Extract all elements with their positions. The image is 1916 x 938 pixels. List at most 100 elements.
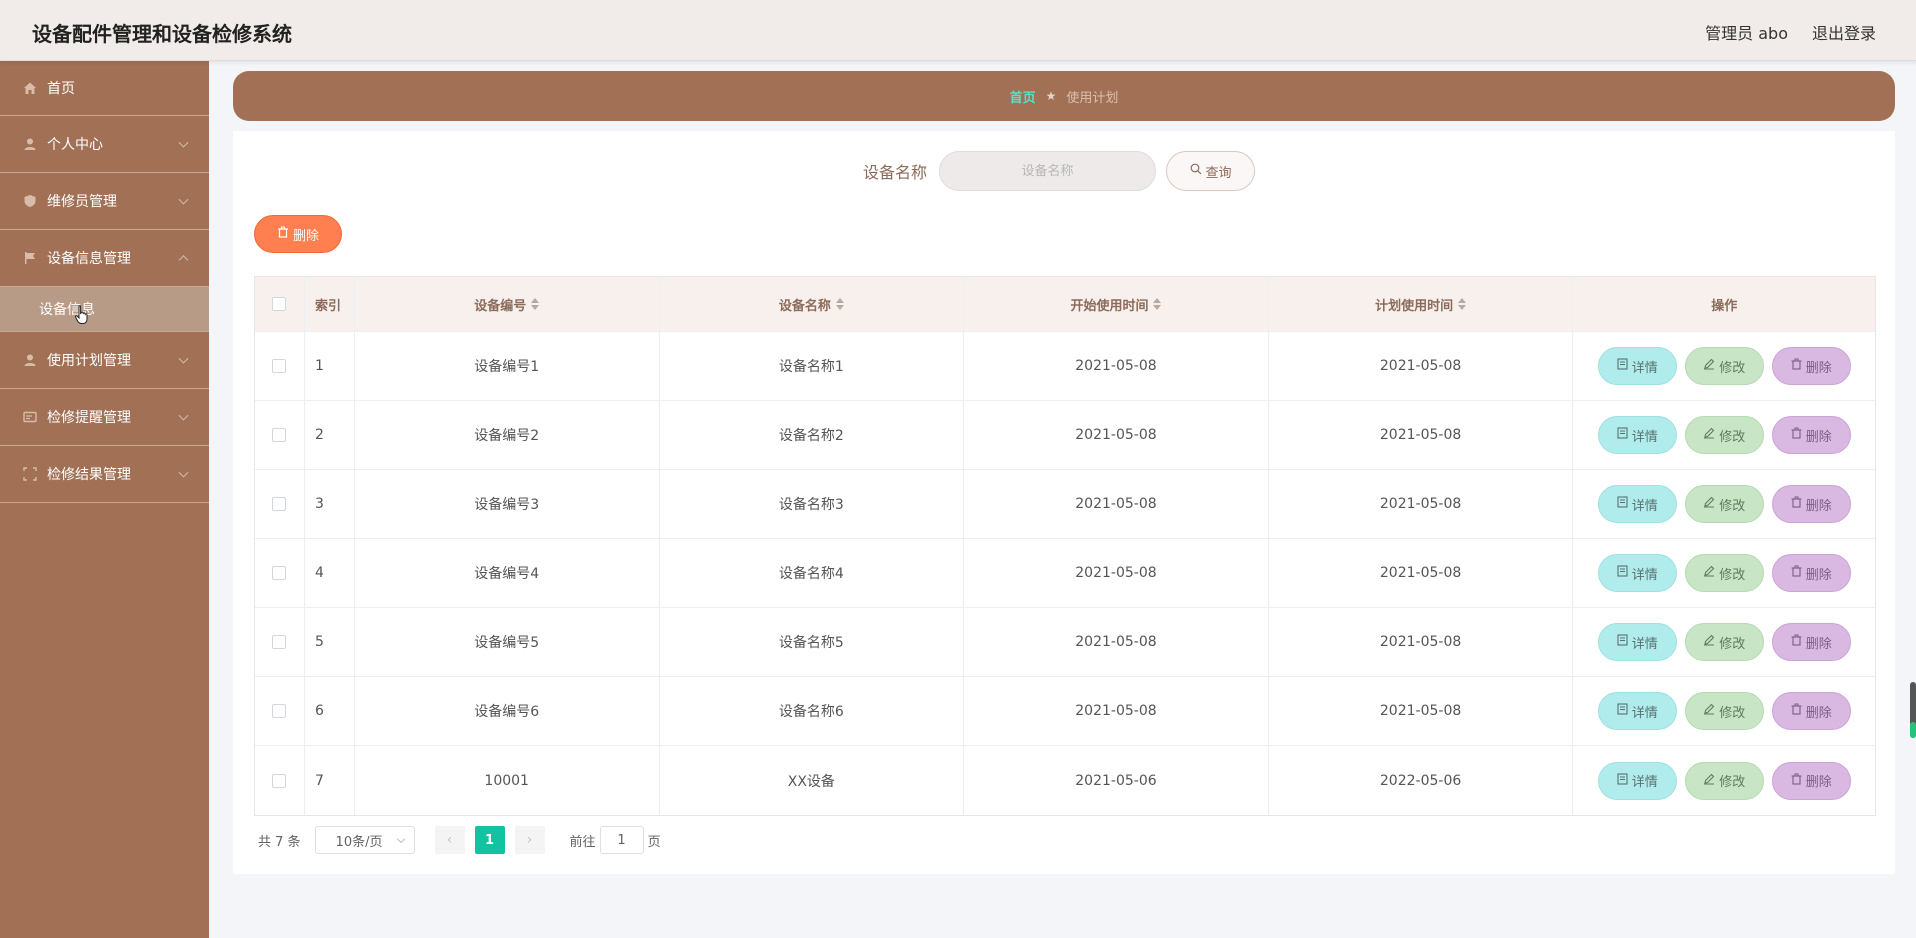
trash-icon [1791,773,1802,789]
trash-icon [1791,703,1802,719]
page-size-select[interactable]: 10条/页 [314,826,415,854]
detail-label: 详情 [1631,636,1658,652]
sidebar-item-device-info[interactable]: 设备信息管理 [0,230,209,287]
sort-icon[interactable] [1458,298,1467,310]
document-icon [1617,703,1628,719]
delete-button[interactable]: 删除 [1771,761,1851,800]
sidebar-subitem-device-info[interactable]: 设备信息 [0,287,209,332]
column-header-name[interactable]: 设备名称 [660,277,965,331]
edit-button[interactable]: 修改 [1684,347,1764,385]
sidebar-item-label: 维修员管理 [47,194,117,210]
column-header-code[interactable]: 设备编号 [355,277,660,331]
table-row: 2 设备编号2 设备名称2 2021-05-08 2021-05-08 详情 修… [255,401,1875,470]
chevron-down-icon [396,834,405,844]
delete-button[interactable]: 删除 [1771,692,1851,730]
search-icon [1190,163,1202,179]
table-row: 5 设备编号5 设备名称5 2021-05-08 2021-05-08 详情 修… [255,608,1875,677]
sidebar-item-label: 检修提醒管理 [47,410,131,426]
document-icon [1617,565,1628,581]
prev-page-button[interactable]: ‹ [434,826,465,854]
cell-name: 设备名称6 [660,677,965,745]
cell-ops: 详情 修改 删除 [1573,746,1875,815]
detail-button[interactable]: 详情 [1597,416,1677,454]
search-button[interactable]: 查询 [1166,151,1256,191]
sort-icon[interactable] [835,298,844,310]
home-icon [22,80,38,96]
row-checkbox[interactable] [272,773,287,788]
data-table: 索引 设备编号 设备名称 开始使用时间 计划使用时间 操作 1 设备编号1 设备… [254,276,1876,816]
sort-icon[interactable] [1153,298,1162,310]
select-all-checkbox[interactable] [272,297,287,311]
sidebar-item-maintenance-result[interactable]: 检修结果管理 [0,446,209,503]
detail-button[interactable]: 详情 [1597,761,1677,800]
delete-label: 删除 [1805,567,1832,583]
delete-button[interactable]: 删除 [1771,623,1851,661]
column-header-ops: 操作 [1711,298,1738,314]
pagination: 共 7 条 10条/页 ‹ 1 › 前往 页 [258,826,661,854]
cell-ops: 详情 修改 删除 [1573,677,1875,745]
sidebar: 首页 个人中心 维修员管理 设备信息管理 设备信息 使用计划管理 检修提醒管理 … [0,61,209,938]
cell-plan-date: 2021-05-08 [1269,470,1574,538]
detail-button[interactable]: 详情 [1597,692,1677,730]
edit-button[interactable]: 修改 [1684,416,1764,454]
goto-page-input[interactable] [599,826,644,854]
edit-label: 修改 [1719,775,1746,790]
table-row: 7 10001 XX设备 2021-05-06 2022-05-06 详情 修改… [255,746,1875,815]
delete-label: 删除 [1805,705,1832,721]
edit-button[interactable]: 修改 [1684,761,1764,800]
delete-button[interactable]: 删除 [1771,554,1851,592]
batch-delete-label: 删除 [292,228,319,244]
row-checkbox[interactable] [272,635,287,649]
column-header-plan[interactable]: 计划使用时间 [1269,277,1574,331]
user-label: 管理员 abo [1705,24,1788,43]
cell-start-date: 2021-05-08 [964,539,1269,607]
edit-button[interactable]: 修改 [1684,485,1764,523]
row-checkbox[interactable] [272,359,287,373]
breadcrumb-current: 使用计划 [1066,90,1119,106]
cell-plan-date: 2021-05-08 [1269,539,1574,607]
cell-code: 设备编号2 [355,401,660,469]
cell-code: 设备编号1 [355,332,660,400]
cell-ops: 详情 修改 删除 [1573,401,1875,469]
logout-link[interactable]: 退出登录 [1812,20,1876,44]
sidebar-item-profile[interactable]: 个人中心 [0,116,209,173]
delete-button[interactable]: 删除 [1771,485,1851,523]
column-header-label: 设备编号 [474,298,527,314]
pencil-icon [1703,703,1715,719]
detail-button[interactable]: 详情 [1597,347,1677,385]
row-checkbox[interactable] [272,428,287,442]
chevron-right-icon: › [526,832,533,848]
search-input[interactable] [939,151,1157,191]
trash-icon [277,226,289,242]
batch-delete-button[interactable]: 删除 [254,215,342,253]
sort-icon[interactable] [531,298,540,310]
delete-button[interactable]: 删除 [1771,347,1851,385]
next-page-button[interactable]: › [514,826,545,854]
pencil-icon [1703,427,1715,443]
sidebar-item-maintenance-reminder[interactable]: 检修提醒管理 [0,389,209,446]
cell-name: 设备名称4 [660,539,965,607]
pagination-total: 共 7 条 [258,834,301,850]
detail-button[interactable]: 详情 [1597,623,1677,661]
breadcrumb-home[interactable]: 首页 [1010,87,1036,106]
delete-label: 删除 [1805,429,1832,445]
page-number-current[interactable]: 1 [474,826,505,854]
detail-button[interactable]: 详情 [1597,554,1677,592]
sidebar-item-usage-plan[interactable]: 使用计划管理 [0,332,209,389]
row-checkbox[interactable] [272,704,287,718]
edit-button[interactable]: 修改 [1684,623,1764,661]
chevron-left-icon: ‹ [446,832,453,848]
column-header-start[interactable]: 开始使用时间 [964,277,1269,331]
sidebar-item-home[interactable]: 首页 [0,61,209,116]
detail-button[interactable]: 详情 [1597,485,1677,523]
cell-ops: 详情 修改 删除 [1573,332,1875,400]
edit-button[interactable]: 修改 [1684,692,1764,730]
main-panel: 设备名称 查询 删除 索引 设备编号 设备名称 开始 [233,131,1895,874]
edit-button[interactable]: 修改 [1684,554,1764,592]
sidebar-item-repairman[interactable]: 维修员管理 [0,173,209,230]
cell-start-date: 2021-05-08 [964,470,1269,538]
row-checkbox[interactable] [272,497,287,511]
row-checkbox[interactable] [272,566,287,580]
detail-label: 详情 [1631,705,1658,721]
delete-button[interactable]: 删除 [1771,416,1851,454]
